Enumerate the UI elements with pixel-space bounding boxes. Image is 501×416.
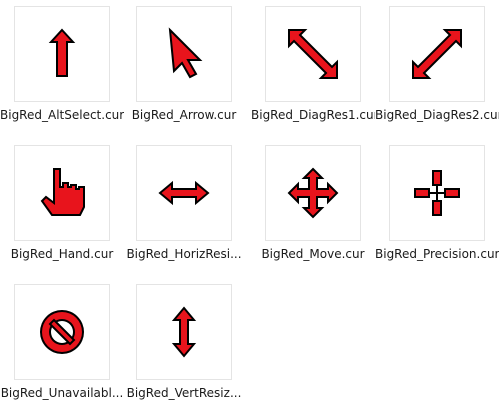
file-item-altselect[interactable]: BigRed_AltSelect.cur [0,6,124,138]
file-name-label: BigRed_Move.cur [261,247,365,261]
arrow-pointer-icon [168,27,203,79]
file-item-horizresize[interactable]: BigRed_HorizResi... [122,145,246,277]
file-item-move[interactable]: BigRed_Move.cur [251,145,375,277]
file-grid: BigRed_AltSelect.cur BigRed_Arrow.cur Bi… [0,0,501,416]
file-thumbnail[interactable] [389,145,485,241]
file-thumbnail[interactable] [136,6,232,102]
file-thumbnail[interactable] [14,145,110,241]
file-name-label: BigRed_Unavailabl... [0,386,124,400]
file-item-precision[interactable]: BigRed_Precision.cur [375,145,499,277]
file-name-label: BigRed_VertResiz... [126,386,242,400]
file-item-arrow[interactable]: BigRed_Arrow.cur [122,6,246,138]
file-item-diagres2[interactable]: BigRed_DiagRes2.cur [375,6,499,138]
file-item-hand[interactable]: BigRed_Hand.cur [0,145,124,277]
vertical-resize-icon [171,306,197,358]
file-item-unavailable[interactable]: BigRed_Unavailabl... [0,284,124,416]
horizontal-resize-icon [158,180,210,206]
precision-crosshair-icon [414,170,460,216]
alt-select-arrow-icon [48,28,76,77]
file-thumbnail[interactable] [136,145,232,241]
move-cross-arrows-icon [287,167,339,219]
file-item-diagres1[interactable]: BigRed_DiagRes1.cur [251,6,375,138]
file-name-label: BigRed_HorizResi... [126,247,242,261]
file-name-label: BigRed_Hand.cur [10,247,114,261]
file-name-label: BigRed_Arrow.cur [131,108,237,122]
file-thumbnail[interactable] [265,145,361,241]
file-thumbnail[interactable] [136,284,232,380]
file-item-vertresize[interactable]: BigRed_VertResiz... [122,284,246,416]
file-thumbnail[interactable] [14,284,110,380]
hand-pointer-icon [40,168,85,216]
file-name-label: BigRed_Precision.cur [375,247,499,261]
file-thumbnail[interactable] [265,6,361,102]
file-name-label: BigRed_AltSelect.cur [0,108,124,122]
diagonal-resize-nwse-icon [288,29,338,79]
file-name-label: BigRed_DiagRes1.cur [251,108,375,122]
file-thumbnail[interactable] [389,6,485,102]
unavailable-icon [40,310,84,354]
diagonal-resize-nesw-icon [412,29,462,79]
file-thumbnail[interactable] [14,6,110,102]
file-name-label: BigRed_DiagRes2.cur [375,108,499,122]
